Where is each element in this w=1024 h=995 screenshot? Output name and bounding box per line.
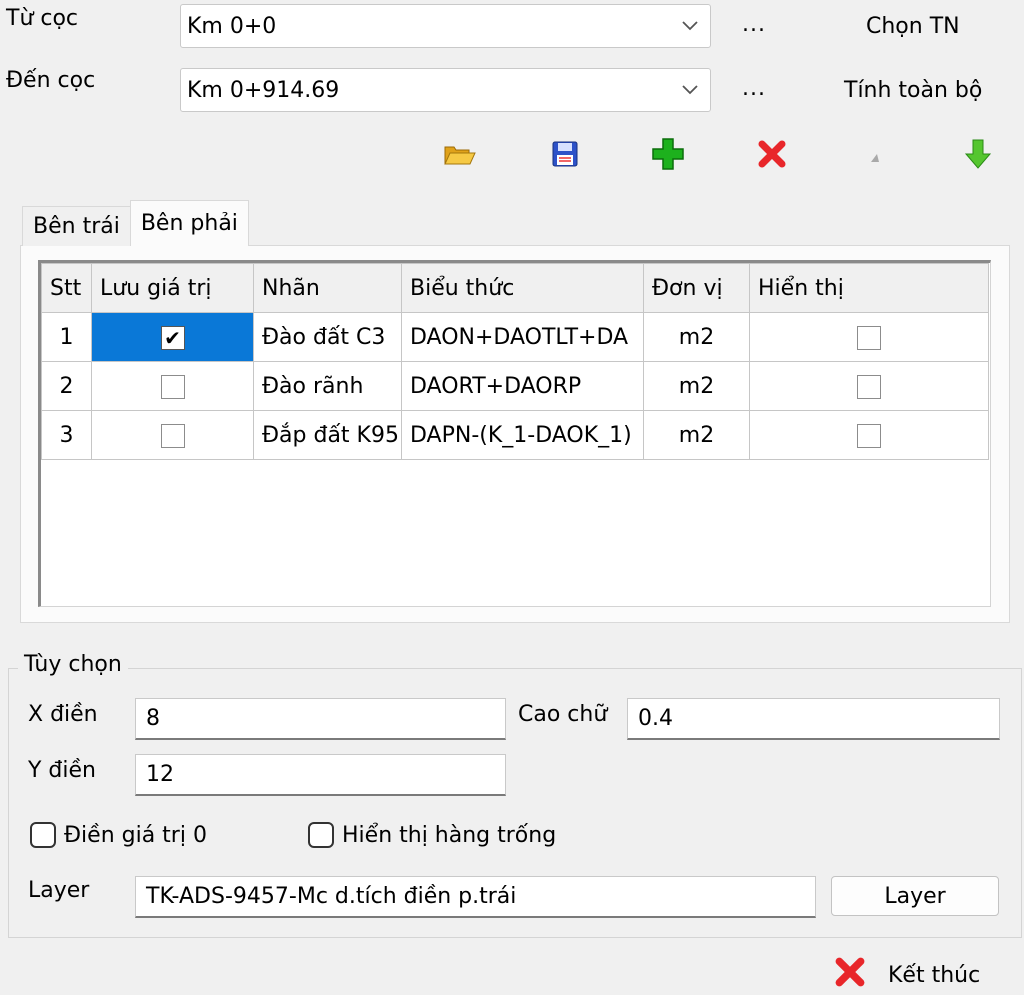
save-value-cell[interactable] <box>91 410 254 460</box>
to-station-browse-button[interactable]: ... <box>742 76 766 101</box>
data-grid[interactable]: Stt Lưu giá trị Nhãn Biểu thức Đơn vị Hi… <box>38 260 991 607</box>
column-header-expression[interactable]: Biểu thức <box>401 263 644 313</box>
unit-cell[interactable]: m2 <box>643 312 750 362</box>
layer-label: Layer <box>28 878 90 903</box>
save-value-cell[interactable] <box>91 361 254 411</box>
table-row[interactable]: 3 Đắp đất K95 DAPN-(K_1-DAOK_1) m2 <box>41 410 989 460</box>
from-station-value: Km 0+0 <box>187 13 277 39</box>
save-icon[interactable] <box>545 136 585 172</box>
expression-cell[interactable]: DAORT+DAORP <box>401 361 644 411</box>
chevron-down-icon[interactable] <box>670 20 710 32</box>
to-station-value: Km 0+914.69 <box>187 77 340 103</box>
unit-cell[interactable]: m2 <box>643 410 750 460</box>
show-empty-rows-checkbox[interactable] <box>308 822 334 848</box>
save-value-checkbox[interactable] <box>160 423 185 448</box>
from-station-browse-button[interactable]: ... <box>742 12 766 37</box>
delete-icon[interactable] <box>752 136 792 172</box>
add-icon[interactable] <box>648 136 688 172</box>
column-header-display[interactable]: Hiển thị <box>749 263 989 313</box>
expression-cell[interactable]: DAON+DAOTLT+DA <box>401 312 644 362</box>
grid-header-row: Stt Lưu giá trị Nhãn Biểu thức Đơn vị Hi… <box>41 263 989 313</box>
layer-input[interactable]: TK-ADS-9457-Mc d.tích điền p.trái <box>135 876 816 918</box>
column-header-label[interactable]: Nhãn <box>253 263 402 313</box>
save-value-cell[interactable]: ✔ <box>91 312 254 362</box>
display-cell[interactable] <box>749 410 989 460</box>
move-up-icon[interactable] <box>860 140 892 172</box>
layer-button[interactable]: Layer <box>831 876 999 916</box>
row-number: 2 <box>41 361 92 411</box>
text-height-label: Cao chữ <box>518 702 608 727</box>
to-station-combo[interactable]: Km 0+914.69 <box>180 68 711 112</box>
compute-all-button[interactable]: Tính toàn bộ <box>844 78 982 103</box>
display-checkbox[interactable] <box>857 423 881 448</box>
expression-cell[interactable]: DAPN-(K_1-DAOK_1) <box>401 410 644 460</box>
column-header-unit[interactable]: Đơn vị <box>643 263 750 313</box>
row-number: 1 <box>41 312 92 362</box>
move-down-icon[interactable] <box>958 136 998 172</box>
finish-label: Kết thúc <box>888 962 981 988</box>
open-folder-icon[interactable] <box>440 136 480 172</box>
from-station-label: Từ cọc <box>6 6 79 31</box>
show-empty-rows-label: Hiển thị hàng trống <box>342 822 557 848</box>
display-checkbox[interactable] <box>857 374 881 399</box>
y-fill-input[interactable]: 12 <box>135 754 506 796</box>
fill-zero-option[interactable]: Điền giá trị 0 <box>30 822 207 848</box>
text-height-input[interactable]: 0.4 <box>627 698 1000 740</box>
label-cell[interactable]: Đắp đất K95 <box>253 410 402 460</box>
y-fill-label: Y điền <box>28 758 96 783</box>
tab-strip: Bên trái Bên phải <box>22 200 249 246</box>
from-station-combo[interactable]: Km 0+0 <box>180 4 711 48</box>
column-header-save-value[interactable]: Lưu giá trị <box>91 263 254 313</box>
choose-ground-button[interactable]: Chọn TN <box>866 14 960 39</box>
display-cell[interactable] <box>749 361 989 411</box>
finish-button[interactable]: Kết thúc <box>834 956 980 994</box>
fill-zero-checkbox[interactable] <box>30 822 56 848</box>
save-value-checkbox[interactable] <box>160 374 185 399</box>
show-empty-rows-option[interactable]: Hiển thị hàng trống <box>308 822 556 848</box>
display-checkbox[interactable] <box>857 325 881 350</box>
x-fill-input[interactable]: 8 <box>135 698 506 740</box>
options-title: Tùy chọn <box>18 652 128 677</box>
tab-right-side[interactable]: Bên phải <box>129 200 249 246</box>
row-number: 3 <box>41 410 92 460</box>
column-header-stt[interactable]: Stt <box>41 263 92 313</box>
save-value-checkbox[interactable]: ✔ <box>160 325 185 350</box>
fill-zero-label: Điền giá trị 0 <box>64 822 207 848</box>
to-station-label: Đến cọc <box>6 68 96 93</box>
label-cell[interactable]: Đào đất C3 <box>253 312 402 362</box>
label-cell[interactable]: Đào rãnh <box>253 361 402 411</box>
x-fill-label: X điền <box>28 702 98 727</box>
display-cell[interactable] <box>749 312 989 362</box>
table-row[interactable]: 2 Đào rãnh DAORT+DAORP m2 <box>41 361 989 411</box>
chevron-down-icon[interactable] <box>670 84 710 96</box>
close-icon <box>834 956 866 994</box>
table-row[interactable]: 1 ✔ Đào đất C3 DAON+DAOTLT+DA m2 <box>41 312 989 362</box>
tab-left-side[interactable]: Bên trái <box>22 206 131 246</box>
unit-cell[interactable]: m2 <box>643 361 750 411</box>
